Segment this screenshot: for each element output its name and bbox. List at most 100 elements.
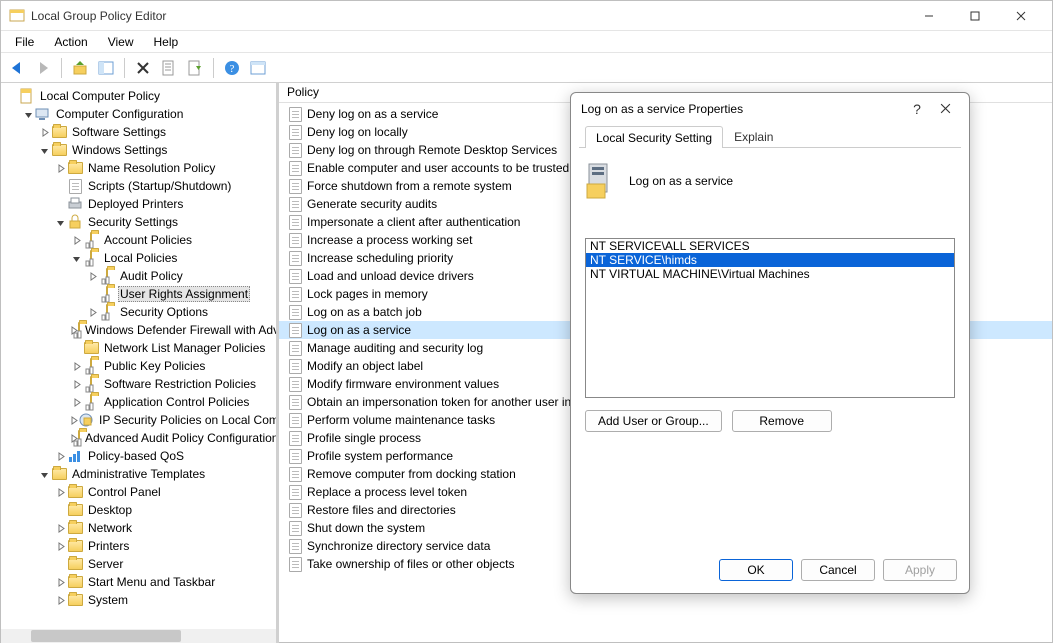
- users-listbox[interactable]: NT SERVICE\ALL SERVICESNT SERVICE\himdsN…: [585, 238, 955, 398]
- listbox-option[interactable]: NT SERVICE\himds: [586, 253, 954, 267]
- expand-icon[interactable]: [53, 542, 67, 551]
- policy-icon: [287, 232, 303, 248]
- expand-icon[interactable]: [69, 416, 78, 425]
- listbox-option[interactable]: NT SERVICE\ALL SERVICES: [586, 239, 954, 253]
- tree-item[interactable]: Software Settings: [5, 123, 276, 141]
- expand-icon[interactable]: [53, 524, 67, 533]
- expand-icon[interactable]: [69, 380, 83, 389]
- expand-icon[interactable]: [21, 110, 35, 119]
- tree-item-icon: [67, 520, 83, 536]
- toolbar-separator: [61, 58, 62, 78]
- tree-item[interactable]: Local Policies: [5, 249, 276, 267]
- tree-item[interactable]: User Rights Assignment: [5, 285, 276, 303]
- tree-item[interactable]: Policy-based QoS: [5, 447, 276, 465]
- tree-item-icon: [51, 124, 67, 140]
- policy-icon: [287, 394, 303, 410]
- tree-item[interactable]: Administrative Templates: [5, 465, 276, 483]
- tree-item[interactable]: Server: [5, 555, 276, 573]
- close-button[interactable]: [998, 1, 1044, 31]
- listbox-option[interactable]: NT VIRTUAL MACHINE\Virtual Machines: [586, 267, 954, 281]
- tree-item-label: Security Options: [118, 305, 210, 319]
- tree-item[interactable]: Deployed Printers: [5, 195, 276, 213]
- add-user-or-group-button[interactable]: Add User or Group...: [585, 410, 722, 432]
- tree-item[interactable]: System: [5, 591, 276, 609]
- tree-item[interactable]: Public Key Policies: [5, 357, 276, 375]
- back-button[interactable]: [5, 56, 29, 80]
- tab-local-security-setting[interactable]: Local Security Setting: [585, 126, 723, 148]
- tree-item[interactable]: Control Panel: [5, 483, 276, 501]
- dialog-help-button[interactable]: ?: [903, 101, 931, 117]
- policy-label: Manage auditing and security log: [307, 341, 483, 355]
- help-button[interactable]: ?: [220, 56, 244, 80]
- expand-icon[interactable]: [85, 272, 99, 281]
- policy-label: Log on as a service: [307, 323, 411, 337]
- delete-button[interactable]: [131, 56, 155, 80]
- expand-icon[interactable]: [53, 488, 67, 497]
- tree-item-label: Administrative Templates: [70, 467, 207, 481]
- ok-button[interactable]: OK: [719, 559, 793, 581]
- tree-item-label: Account Policies: [102, 233, 194, 247]
- export-button[interactable]: [183, 56, 207, 80]
- tree-item[interactable]: Security Settings: [5, 213, 276, 231]
- policy-icon: [287, 448, 303, 464]
- expand-icon[interactable]: [37, 146, 51, 155]
- tree-item[interactable]: Network: [5, 519, 276, 537]
- policy-label: Restore files and directories: [307, 503, 456, 517]
- expand-icon[interactable]: [69, 236, 83, 245]
- tree-item[interactable]: Application Control Policies: [5, 393, 276, 411]
- tree-pane: Local Computer PolicyComputer Configurat…: [1, 83, 279, 643]
- tree-item[interactable]: Desktop: [5, 501, 276, 519]
- expand-icon[interactable]: [69, 254, 83, 263]
- tree-item[interactable]: Windows Defender Firewall with Advanced …: [5, 321, 276, 339]
- menu-view[interactable]: View: [100, 33, 142, 51]
- menu-file[interactable]: File: [7, 33, 42, 51]
- up-button[interactable]: [68, 56, 92, 80]
- expand-icon[interactable]: [85, 308, 99, 317]
- expand-icon[interactable]: [69, 362, 83, 371]
- tree-item[interactable]: Scripts (Startup/Shutdown): [5, 177, 276, 195]
- maximize-button[interactable]: [952, 1, 998, 31]
- properties-button[interactable]: [157, 56, 181, 80]
- horizontal-scrollbar[interactable]: [1, 629, 276, 643]
- tree[interactable]: Local Computer PolicyComputer Configurat…: [1, 83, 276, 643]
- tab-explain[interactable]: Explain: [723, 125, 784, 147]
- dialog-close-button[interactable]: [931, 101, 959, 117]
- tree-item-icon: [83, 340, 99, 356]
- tree-item[interactable]: Windows Settings: [5, 141, 276, 159]
- filter-button[interactable]: [246, 56, 270, 80]
- forward-button[interactable]: [31, 56, 55, 80]
- show-hide-tree-button[interactable]: [94, 56, 118, 80]
- expand-icon[interactable]: [53, 578, 67, 587]
- tree-item-label: Software Restriction Policies: [102, 377, 258, 391]
- apply-button[interactable]: Apply: [883, 559, 957, 581]
- policy-icon: [287, 412, 303, 428]
- tree-item[interactable]: Advanced Audit Policy Configuration: [5, 429, 276, 447]
- tree-item[interactable]: IP Security Policies on Local Computer: [5, 411, 276, 429]
- tree-root[interactable]: Local Computer Policy: [5, 87, 276, 105]
- menu-action[interactable]: Action: [46, 33, 95, 51]
- tree-item[interactable]: Printers: [5, 537, 276, 555]
- tree-item[interactable]: Account Policies: [5, 231, 276, 249]
- expand-icon[interactable]: [53, 596, 67, 605]
- expand-icon[interactable]: [37, 128, 51, 137]
- window-controls: [906, 1, 1044, 31]
- expand-icon[interactable]: [53, 452, 67, 461]
- remove-button[interactable]: Remove: [732, 410, 832, 432]
- tree-item[interactable]: Computer Configuration: [5, 105, 276, 123]
- minimize-button[interactable]: [906, 1, 952, 31]
- tree-item[interactable]: Network List Manager Policies: [5, 339, 276, 357]
- cancel-button[interactable]: Cancel: [801, 559, 875, 581]
- tree-item[interactable]: Name Resolution Policy: [5, 159, 276, 177]
- expand-icon[interactable]: [53, 218, 67, 227]
- tree-item-label: Network List Manager Policies: [102, 341, 267, 355]
- tree-item[interactable]: Start Menu and Taskbar: [5, 573, 276, 591]
- menu-help[interactable]: Help: [146, 33, 187, 51]
- expand-icon[interactable]: [53, 164, 67, 173]
- policy-icon: [287, 214, 303, 230]
- policy-icon: [287, 106, 303, 122]
- tree-item[interactable]: Audit Policy: [5, 267, 276, 285]
- expand-icon[interactable]: [69, 398, 83, 407]
- tree-item[interactable]: Security Options: [5, 303, 276, 321]
- tree-item[interactable]: Software Restriction Policies: [5, 375, 276, 393]
- expand-icon[interactable]: [37, 470, 51, 479]
